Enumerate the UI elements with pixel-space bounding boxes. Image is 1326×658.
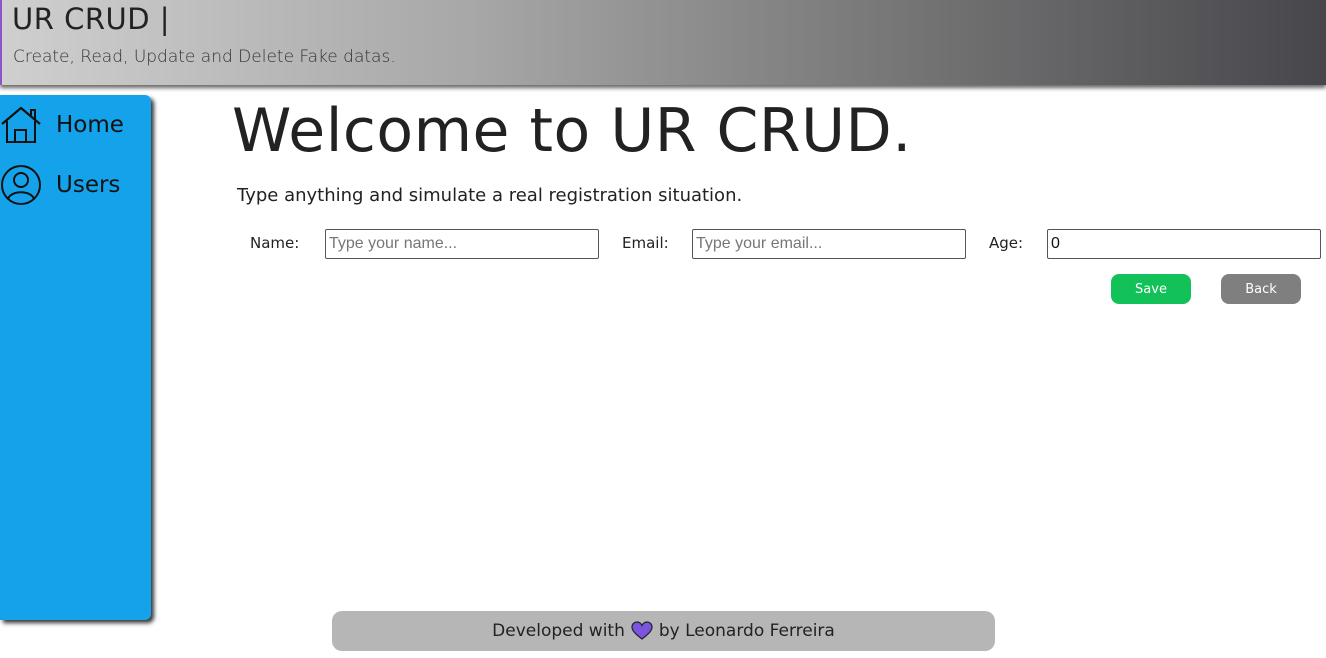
sidebar: Home Users [0,95,151,620]
sidebar-item-users[interactable]: Users [0,163,151,207]
name-input[interactable] [325,229,599,259]
footer-suffix: by Leonardo Ferreira [658,621,835,641]
footer: Developed with by Leonardo Ferreira [332,611,995,651]
page-intro: Type anything and simulate a real regist… [237,185,743,206]
email-label: Email: [622,234,669,252]
email-input[interactable] [692,229,966,259]
user-circle-icon [0,164,42,206]
age-input[interactable] [1047,229,1321,259]
page-title: Welcome to UR CRUD. [232,96,912,166]
footer-prefix: Developed with [492,621,625,641]
sidebar-item-label: Users [56,172,121,198]
sidebar-item-label: Home [56,112,124,138]
name-label: Name: [250,234,300,252]
app-header: UR CRUD | Create, Read, Update and Delet… [0,0,1326,85]
app-subtitle: Create, Read, Update and Delete Fake dat… [13,47,396,67]
heart-icon [631,621,653,641]
home-icon [0,104,42,146]
age-label: Age: [989,234,1024,252]
app-title: UR CRUD | [12,2,171,36]
sidebar-item-home[interactable]: Home [0,103,151,147]
back-button[interactable]: Back [1221,274,1301,304]
save-button[interactable]: Save [1111,274,1191,304]
